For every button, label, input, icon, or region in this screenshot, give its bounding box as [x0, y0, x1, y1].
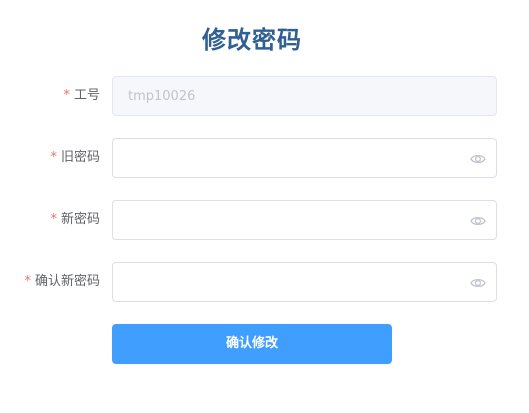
old-password-label-text: 旧密码 [60, 150, 100, 165]
required-mark: * [63, 88, 70, 103]
confirm-password-input[interactable] [128, 263, 458, 301]
required-mark: * [50, 212, 57, 227]
old-password-label: * 旧密码 [50, 138, 100, 178]
confirm-password-label: * 确认新密码 [24, 262, 100, 302]
eye-icon[interactable] [470, 275, 486, 291]
old-password-input[interactable] [128, 139, 458, 177]
new-password-field[interactable] [112, 200, 497, 240]
confirm-password-row: * 确认新密码 [0, 262, 529, 302]
employee-id-label: * 工号 [63, 76, 100, 116]
required-mark: * [50, 150, 57, 165]
eye-icon[interactable] [470, 213, 486, 229]
employee-id-input [128, 77, 458, 115]
confirm-password-field[interactable] [112, 262, 497, 302]
confirm-password-label-text: 确认新密码 [34, 274, 100, 289]
old-password-row: * 旧密码 [0, 138, 529, 178]
employee-id-row: * 工号 [0, 76, 529, 116]
eye-icon[interactable] [470, 151, 486, 167]
employee-id-label-text: 工号 [73, 88, 100, 103]
new-password-row: * 新密码 [0, 200, 529, 240]
new-password-label-text: 新密码 [60, 212, 100, 227]
confirm-change-button[interactable]: 确认修改 [112, 324, 392, 364]
required-mark: * [24, 274, 31, 289]
new-password-input[interactable] [128, 201, 458, 239]
page-title: 修改密码 [202, 26, 302, 54]
new-password-label: * 新密码 [50, 200, 100, 240]
old-password-field[interactable] [112, 138, 497, 178]
employee-id-field [112, 76, 497, 116]
